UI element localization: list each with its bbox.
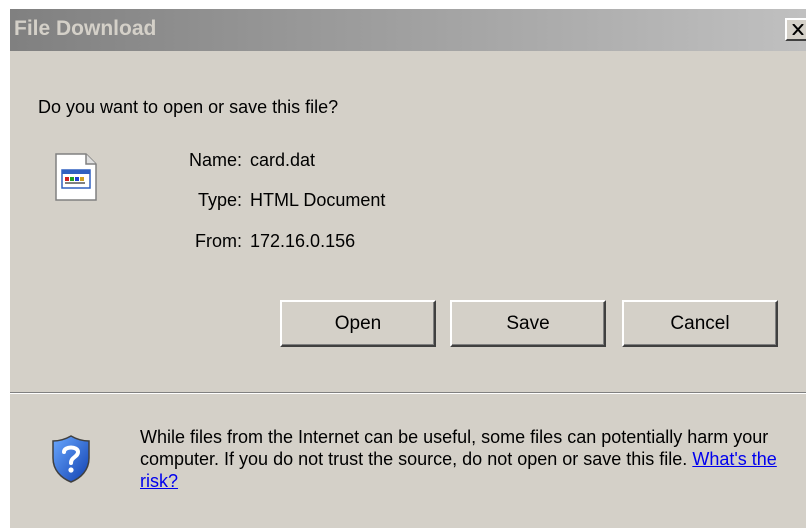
html-document-icon [54, 152, 98, 207]
security-warning: While files from the Internet can be use… [140, 426, 790, 492]
shield-question-icon [50, 434, 92, 489]
save-button[interactable]: Save [450, 300, 606, 347]
window-title: File Download [14, 17, 157, 40]
name-label: Name: [188, 150, 242, 170]
type-label: Type: [197, 190, 242, 210]
name-value: card.dat [250, 150, 316, 170]
prompt-question: Do you want to open or save this file? [38, 97, 339, 117]
file-download-dialog: File Download Do you want to open or sav… [8, 7, 806, 528]
separator [10, 392, 806, 394]
warning-text: While files from the Internet can be use… [140, 427, 769, 469]
type-value: HTML Document [250, 190, 386, 210]
title-bar[interactable]: File Download [10, 9, 806, 51]
from-value: 172.16.0.156 [250, 231, 356, 251]
close-button[interactable] [785, 18, 806, 41]
open-button[interactable]: Open [280, 300, 436, 347]
from-label: From: [195, 231, 242, 251]
cancel-button[interactable]: Cancel [622, 300, 778, 347]
close-icon [792, 24, 804, 35]
